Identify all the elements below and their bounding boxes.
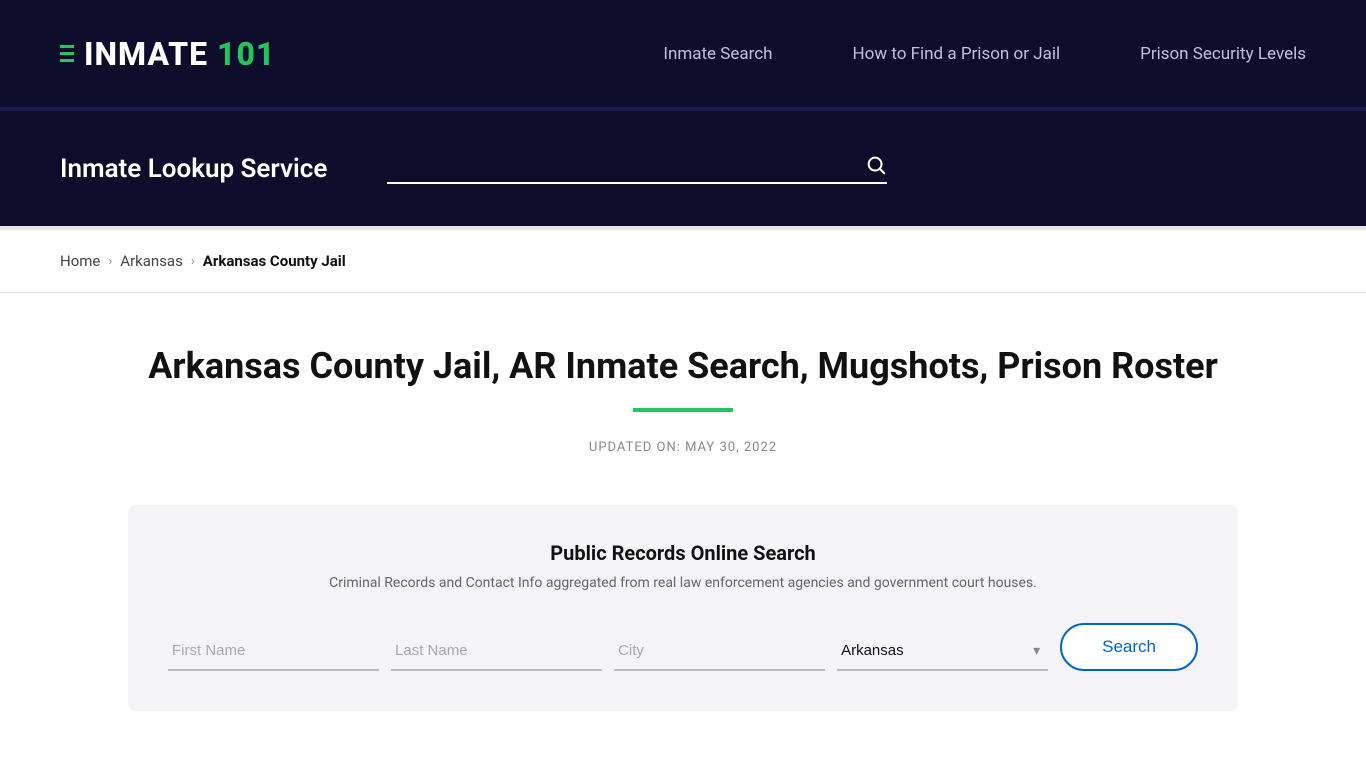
city-field: [614, 632, 825, 671]
search-input-area[interactable]: [387, 154, 887, 184]
logo-area[interactable]: INMATE 101: [60, 35, 275, 73]
breadcrumb-home[interactable]: Home: [60, 252, 100, 270]
search-icon: [865, 154, 887, 176]
last-name-input[interactable]: [391, 632, 602, 671]
banner-search-input[interactable]: [387, 156, 865, 174]
nav-how-to-find[interactable]: How to Find a Prison or Jail: [853, 44, 1061, 64]
logo-bars-icon: [60, 45, 74, 62]
breadcrumb-current: Arkansas County Jail: [203, 252, 346, 270]
breadcrumb: Home › Arkansas › Arkansas County Jail: [0, 230, 1366, 293]
records-box: Public Records Online Search Criminal Re…: [128, 505, 1238, 711]
first-name-input[interactable]: [168, 632, 379, 671]
updated-date: UPDATED ON: MAY 30, 2022: [60, 440, 1306, 455]
search-button[interactable]: Search: [1060, 623, 1198, 671]
breadcrumb-sep-2: ›: [191, 254, 195, 269]
nav-inmate-search[interactable]: Inmate Search: [663, 44, 772, 64]
nav-security-levels[interactable]: Prison Security Levels: [1140, 44, 1306, 64]
state-select[interactable]: AlabamaAlaskaArizonaArkansasCaliforniaCo…: [837, 632, 1048, 671]
site-logo: INMATE 101: [84, 35, 275, 73]
title-underline: [633, 408, 733, 412]
breadcrumb-sep-1: ›: [108, 254, 112, 269]
page-title: Arkansas County Jail, AR Inmate Search, …: [60, 343, 1306, 390]
service-title: Inmate Lookup Service: [60, 154, 327, 184]
first-name-field: [168, 632, 379, 671]
banner-search-button[interactable]: [865, 154, 887, 176]
nav-links: Inmate Search How to Find a Prison or Ja…: [663, 44, 1306, 64]
top-navigation: INMATE 101 Inmate Search How to Find a P…: [0, 0, 1366, 110]
search-form: AlabamaAlaskaArizonaArkansasCaliforniaCo…: [168, 623, 1198, 671]
records-title: Public Records Online Search: [168, 541, 1198, 565]
state-select-wrapper: AlabamaAlaskaArizonaArkansasCaliforniaCo…: [837, 632, 1048, 671]
search-banner: Inmate Lookup Service: [0, 110, 1366, 230]
records-subtitle: Criminal Records and Contact Info aggreg…: [168, 575, 1198, 591]
main-content: Arkansas County Jail, AR Inmate Search, …: [0, 293, 1366, 751]
breadcrumb-state[interactable]: Arkansas: [120, 252, 183, 270]
last-name-field: [391, 632, 602, 671]
city-input[interactable]: [614, 632, 825, 671]
